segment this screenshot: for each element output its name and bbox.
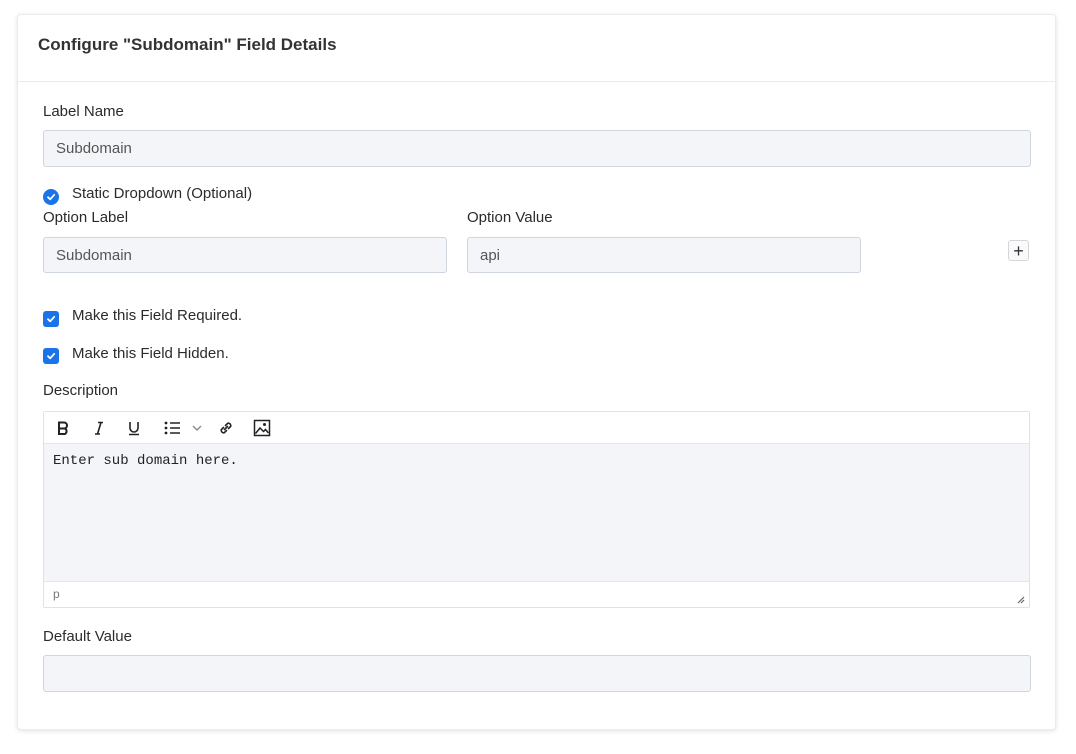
underline-icon[interactable] — [123, 416, 145, 440]
field-config-card: Configure "Subdomain" Field Details Labe… — [17, 14, 1056, 730]
card-title: Configure "Subdomain" Field Details — [38, 35, 337, 54]
chevron-down-icon[interactable] — [189, 416, 205, 440]
required-label: Make this Field Required. — [72, 307, 243, 324]
description-label: Description — [43, 382, 119, 399]
option-label-label: Option Label — [43, 209, 129, 226]
italic-icon[interactable] — [88, 416, 110, 440]
add-option-button[interactable]: + — [1008, 240, 1029, 261]
check-icon — [47, 352, 56, 360]
bullet-list-icon[interactable] — [161, 416, 183, 440]
image-icon[interactable] — [250, 416, 274, 440]
hidden-checkbox[interactable] — [43, 348, 59, 364]
option-label-input[interactable]: Subdomain — [43, 237, 447, 273]
default-value-input[interactable] — [43, 655, 1031, 692]
label-name-input[interactable]: Subdomain — [43, 130, 1031, 167]
editor-toolbar — [44, 412, 1029, 444]
card-header: Configure "Subdomain" Field Details — [18, 15, 1055, 82]
editor-statusbar: p — [44, 581, 1029, 607]
static-dropdown-checkbox[interactable] — [43, 189, 59, 205]
static-dropdown-label: Static Dropdown (Optional) — [72, 185, 253, 202]
resize-handle-icon[interactable] — [1015, 594, 1025, 604]
option-value-input[interactable]: api — [467, 237, 861, 273]
option-value-label: Option Value — [467, 209, 553, 226]
check-icon — [47, 193, 56, 201]
default-value-label: Default Value — [43, 628, 132, 645]
required-checkbox[interactable] — [43, 311, 59, 327]
label-name-label: Label Name — [43, 103, 124, 120]
link-icon[interactable] — [214, 416, 238, 440]
hidden-label: Make this Field Hidden. — [72, 345, 229, 362]
check-icon — [47, 315, 56, 323]
element-path: p — [53, 587, 60, 601]
editor-content[interactable]: Enter sub domain here. — [44, 444, 1029, 583]
description-editor: Enter sub domain here. p — [43, 411, 1030, 608]
bold-icon[interactable] — [52, 416, 74, 440]
